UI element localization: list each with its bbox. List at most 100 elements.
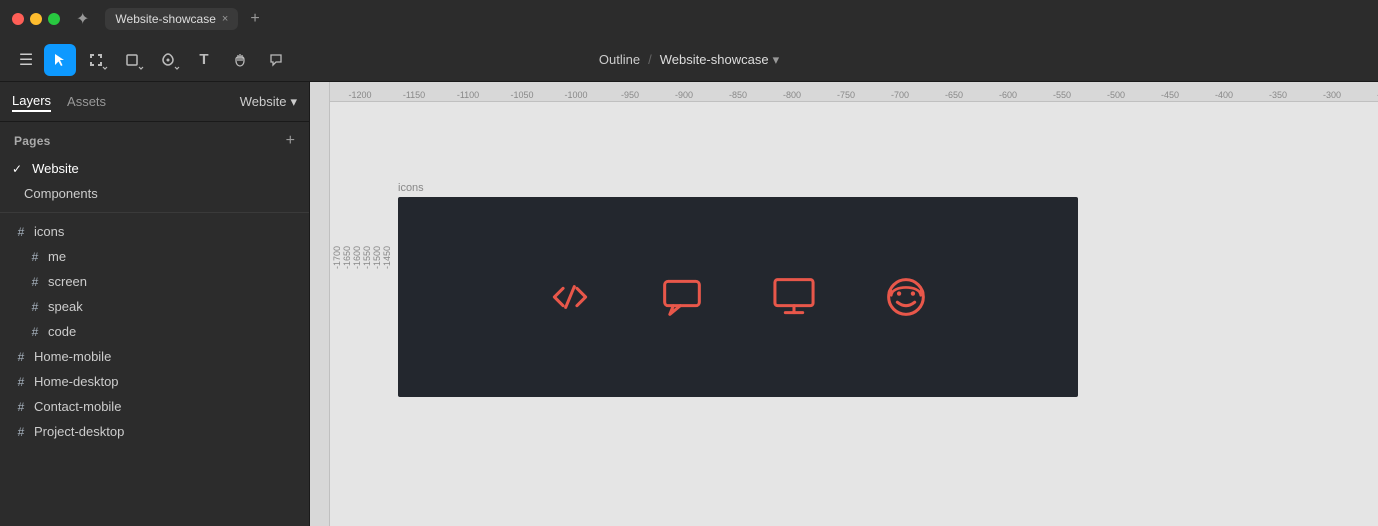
ruler-tick: -550 bbox=[1053, 90, 1071, 100]
layer-code[interactable]: # code bbox=[0, 319, 309, 344]
minimize-button[interactable] bbox=[30, 13, 42, 25]
ruler-left bbox=[310, 82, 330, 526]
hand-icon bbox=[232, 52, 248, 68]
ruler-tick: -950 bbox=[621, 90, 639, 100]
layer-label: screen bbox=[48, 274, 87, 289]
page-name: Components bbox=[24, 186, 98, 201]
pages-title: Pages bbox=[14, 134, 51, 148]
ruler-tick: -300 bbox=[1323, 90, 1341, 100]
layer-label: Home-desktop bbox=[34, 374, 119, 389]
frame-hash-icon: # bbox=[28, 325, 42, 339]
icon-row bbox=[398, 197, 1078, 397]
frame-hash-icon: # bbox=[14, 350, 28, 364]
main-layout: Layers Assets Website ▾ Pages + ✓ Websit… bbox=[0, 82, 1378, 526]
ruler-tick: -800 bbox=[783, 90, 801, 100]
ruler-top: -1200 -1150 -1100 -1050 -1000 -950 -900 … bbox=[310, 82, 1378, 102]
ruler-tick: -400 bbox=[1215, 90, 1233, 100]
frame-hash-icon: # bbox=[14, 400, 28, 414]
add-page-button[interactable]: + bbox=[286, 132, 295, 150]
icon-me bbox=[880, 271, 932, 323]
ruler-tick: -450 bbox=[1161, 90, 1179, 100]
breadcrumb-page[interactable]: Website-showcase ▾ bbox=[660, 52, 779, 68]
ruler-tick: -600 bbox=[999, 90, 1017, 100]
figma-icon: ✦ bbox=[76, 9, 89, 29]
tab-layers[interactable]: Layers bbox=[12, 91, 51, 112]
maximize-button[interactable] bbox=[48, 13, 60, 25]
toolbar: ☰ bbox=[0, 38, 1378, 82]
text-tool[interactable]: T bbox=[188, 44, 220, 76]
sidebar: Layers Assets Website ▾ Pages + ✓ Websit… bbox=[0, 82, 310, 526]
shape-dropdown-icon bbox=[137, 64, 145, 72]
close-button[interactable] bbox=[12, 13, 24, 25]
tab-website[interactable]: Website ▾ bbox=[240, 94, 297, 110]
layer-screen[interactable]: # screen bbox=[0, 269, 309, 294]
layer-speak[interactable]: # speak bbox=[0, 294, 309, 319]
toolbar-left: ☰ bbox=[12, 44, 292, 76]
hand-tool[interactable] bbox=[224, 44, 256, 76]
titlebar: ✦ Website-showcase × + bbox=[0, 0, 1378, 38]
ruler-tick: -650 bbox=[945, 90, 963, 100]
ruler-tick: -1150 bbox=[403, 90, 425, 100]
layer-label: Project-desktop bbox=[34, 424, 124, 439]
frame-hash-icon: # bbox=[28, 250, 42, 264]
frame-label-icons: icons bbox=[398, 182, 424, 194]
frame-hash-icon: # bbox=[14, 225, 28, 239]
ruler-tick: -500 bbox=[1107, 90, 1125, 100]
layer-me[interactable]: # me bbox=[0, 244, 309, 269]
layer-label: speak bbox=[48, 299, 83, 314]
breadcrumb-outline: Outline bbox=[599, 52, 640, 67]
page-name: Website bbox=[32, 161, 79, 176]
frame-tool[interactable] bbox=[80, 44, 112, 76]
shape-tool[interactable] bbox=[116, 44, 148, 76]
layer-home-mobile[interactable]: # Home-mobile bbox=[0, 344, 309, 369]
page-check-icon: ✓ bbox=[12, 162, 22, 176]
comment-icon bbox=[268, 52, 284, 68]
canvas[interactable]: -1200 -1150 -1100 -1050 -1000 -950 -900 … bbox=[310, 82, 1378, 526]
frame-hash-icon: # bbox=[28, 275, 42, 289]
design-frame-icons[interactable] bbox=[398, 197, 1078, 397]
layer-label: Contact-mobile bbox=[34, 399, 121, 414]
pen-dropdown-icon bbox=[173, 64, 181, 72]
page-item-website[interactable]: ✓ Website bbox=[0, 156, 309, 181]
add-tab-button[interactable]: + bbox=[250, 10, 259, 28]
ruler-tick: -1050 bbox=[510, 90, 533, 100]
layer-label: code bbox=[48, 324, 76, 339]
layer-home-desktop[interactable]: # Home-desktop bbox=[0, 369, 309, 394]
ruler-tick: -1000 bbox=[564, 90, 587, 100]
tab-name: Website-showcase bbox=[115, 12, 216, 26]
ruler-tick: -900 bbox=[675, 90, 693, 100]
layer-label: Home-mobile bbox=[34, 349, 111, 364]
toolbar-center: Outline / Website-showcase ▾ bbox=[599, 52, 779, 68]
ruler-tick: -700 bbox=[891, 90, 909, 100]
tool-dropdown-icon bbox=[101, 64, 109, 72]
layer-icons[interactable]: # icons bbox=[0, 219, 309, 244]
layer-label: me bbox=[48, 249, 66, 264]
breadcrumb-separator: / bbox=[648, 52, 652, 67]
ruler-tick: -750 bbox=[837, 90, 855, 100]
layer-project-desktop[interactable]: # Project-desktop bbox=[0, 419, 309, 444]
ruler-tick: -850 bbox=[729, 90, 747, 100]
tab-close-icon[interactable]: × bbox=[222, 13, 228, 25]
canvas-content: icons -1800 -1750 -1700 -1650 -1600 -155… bbox=[330, 102, 1378, 526]
icon-speak bbox=[656, 271, 708, 323]
pen-tool[interactable] bbox=[152, 44, 184, 76]
icon-screen bbox=[768, 271, 820, 323]
ruler-tick: -1200 bbox=[348, 90, 371, 100]
menu-button[interactable]: ☰ bbox=[12, 46, 40, 74]
pages-section-header: Pages + bbox=[0, 122, 309, 156]
traffic-lights bbox=[12, 13, 60, 25]
active-tab[interactable]: Website-showcase × bbox=[105, 8, 238, 30]
ruler-tick: -1100 bbox=[457, 90, 479, 100]
ruler-tick: -350 bbox=[1269, 90, 1287, 100]
menu-icon: ☰ bbox=[19, 50, 33, 70]
sidebar-divider bbox=[0, 212, 309, 213]
page-item-components[interactable]: Components bbox=[0, 181, 309, 206]
frame-hash-icon: # bbox=[28, 300, 42, 314]
icon-code bbox=[544, 271, 596, 323]
comment-tool[interactable] bbox=[260, 44, 292, 76]
select-tool[interactable] bbox=[44, 44, 76, 76]
sidebar-tabs: Layers Assets Website ▾ bbox=[0, 82, 309, 122]
text-icon: T bbox=[199, 51, 208, 68]
layer-contact-mobile[interactable]: # Contact-mobile bbox=[0, 394, 309, 419]
tab-assets[interactable]: Assets bbox=[67, 92, 106, 111]
